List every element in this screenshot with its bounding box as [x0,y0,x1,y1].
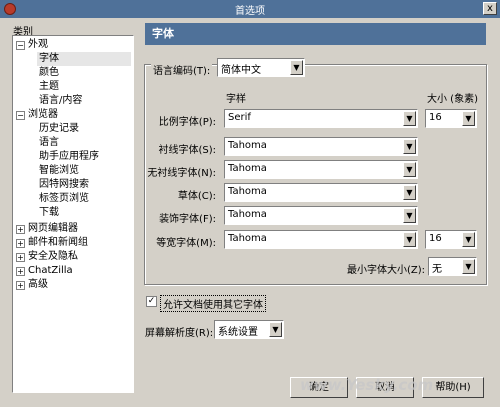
tree-item-languages[interactable]: 语言 [39,136,59,150]
collapse-icon[interactable]: − [16,41,25,50]
serif-font-select[interactable]: Tahoma ▼ [224,137,418,156]
tree-item-tabbed-browsing[interactable]: 标签页浏览 [39,192,89,206]
chevron-down-icon[interactable]: ▼ [403,232,416,247]
watermark: www.Yesky.com [300,376,434,394]
chevron-down-icon[interactable]: ▼ [403,185,416,200]
proportional-label: 比例字体(P): [158,117,216,128]
proportional-font-select[interactable]: Serif ▼ [224,109,418,128]
tree-item-internet-search[interactable]: 因特网搜索 [39,178,89,192]
resolution-label: 屏幕解析度(R): [145,328,214,339]
sans-serif-label: 无衬线字体(N): [147,168,216,179]
expand-icon[interactable]: + [16,239,25,248]
resolution-select[interactable]: 系统设置 ▼ [214,320,284,339]
chevron-down-icon[interactable]: ▼ [403,139,416,154]
tree-item-downloads[interactable]: 下载 [39,206,59,220]
window-title: 首选项 [235,6,265,17]
fantasy-label: 装饰字体(F): [159,214,216,225]
tree-item-history[interactable]: 历史记录 [39,122,79,136]
min-size-label: 最小字体大小(Z): [347,265,426,276]
chevron-down-icon[interactable]: ▼ [462,111,475,126]
chevron-down-icon[interactable]: ▼ [403,162,416,177]
encoding-select[interactable]: 简体中文 ▼ [217,58,305,77]
panel-header: 字体 [145,23,486,45]
monospace-font-select[interactable]: Tahoma ▼ [224,230,418,249]
allow-doc-fonts-checkbox[interactable]: ✓ [146,296,157,307]
tree-item-smart-browsing[interactable]: 智能浏览 [39,164,79,178]
collapse-icon[interactable]: − [16,111,25,120]
tree-item-font[interactable]: 字体 [37,52,131,66]
cursive-label: 草体(C): [177,191,216,202]
tree-item-helper-apps[interactable]: 助手应用程序 [39,150,99,164]
close-button[interactable]: x [483,2,497,15]
chevron-down-icon[interactable]: ▼ [403,111,416,126]
allow-doc-fonts-label[interactable]: 允许文档使用其它字体 [160,295,266,312]
chevron-down-icon[interactable]: ▼ [290,60,303,75]
monospace-size-select[interactable]: 16 ▼ [425,230,477,249]
monospace-label: 等宽字体(M): [156,238,216,249]
min-size-select[interactable]: 无 ▼ [428,257,477,276]
sans-serif-font-select[interactable]: Tahoma ▼ [224,160,418,179]
proportional-size-select[interactable]: 16 ▼ [425,109,477,128]
tree-item-colors[interactable]: 颜色 [39,66,59,80]
expand-icon[interactable]: + [16,281,25,290]
expand-icon[interactable]: + [16,267,25,276]
typeface-column-header: 字样 [226,94,246,105]
chevron-down-icon[interactable]: ▼ [462,259,475,274]
tree-item-theme[interactable]: 主题 [39,80,59,94]
fantasy-font-select[interactable]: Tahoma ▼ [224,206,418,225]
chevron-down-icon[interactable]: ▼ [269,322,282,337]
size-column-header: 大小 (象素) [427,94,478,105]
title-bar: 首选项 x [0,0,500,18]
chevron-down-icon[interactable]: ▼ [462,232,475,247]
category-tree[interactable]: − 外观 字体 颜色 主题 语言/内容 − 浏览器 历史记录 语言 助手应用程序… [12,35,134,393]
expand-icon[interactable]: + [16,253,25,262]
tree-item-lang-content[interactable]: 语言/内容 [39,94,82,108]
chevron-down-icon[interactable]: ▼ [403,208,416,223]
encoding-label: 语言编码(T): [151,62,213,77]
serif-label: 衬线字体(S): [158,145,216,156]
expand-icon[interactable]: + [16,225,25,234]
cursive-font-select[interactable]: Tahoma ▼ [224,183,418,202]
